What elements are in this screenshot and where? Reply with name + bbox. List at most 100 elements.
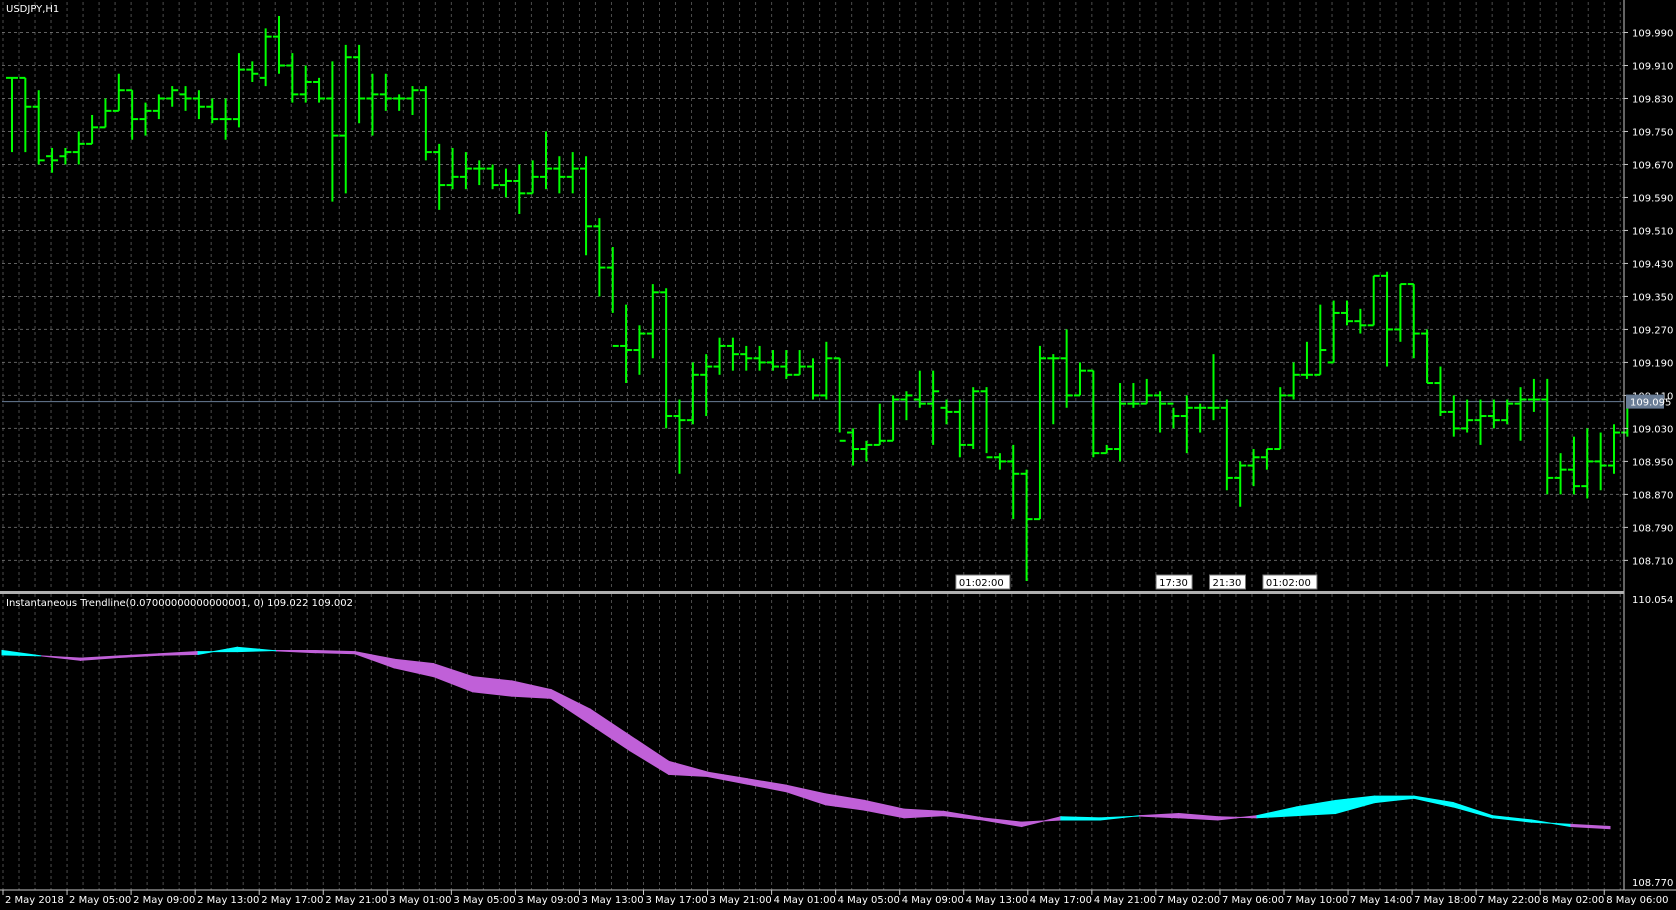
price-tick-label: 109.190	[1632, 358, 1673, 369]
time-tick-label: 3 May 17:00	[646, 895, 708, 906]
price-tick-label: 108.870	[1632, 490, 1673, 501]
trend-segment-down	[629, 734, 670, 776]
time-tick-label: 4 May 13:00	[966, 895, 1028, 906]
indicator-axis-top: 110.054	[1632, 595, 1673, 606]
panel-separator	[0, 591, 1624, 594]
ohlc-bar	[927, 370, 940, 445]
ohlc-bar	[1020, 469, 1033, 581]
ohlc-bar	[1487, 399, 1500, 429]
time-tick-label: 2 May 2018	[5, 895, 64, 906]
ohlc-bar	[580, 156, 593, 256]
ohlc-bar	[1421, 329, 1434, 385]
price-tick-label: 109.350	[1632, 292, 1673, 303]
time-tick-label: 3 May 09:00	[517, 895, 579, 906]
time-tick-label: 4 May 01:00	[774, 895, 836, 906]
ohlc-bar	[259, 28, 272, 87]
ohlc-bar	[179, 86, 192, 111]
time-marker-label: 21:30	[1213, 578, 1242, 589]
trend-segment-up	[236, 646, 278, 653]
time-tick-label: 7 May 22:00	[1478, 895, 1540, 906]
ohlc-bar	[1434, 366, 1447, 417]
price-tick-label: 109.750	[1632, 127, 1673, 138]
ohlc-bar	[1327, 300, 1340, 364]
ohlc-bar	[6, 76, 18, 153]
ohlc-bar	[980, 387, 993, 459]
price-tick-label: 109.910	[1632, 61, 1673, 72]
ohlc-bar	[620, 304, 633, 384]
trend-segment-up	[1374, 795, 1415, 804]
time-marker: 01:02:00	[955, 574, 1011, 590]
ohlc-bar	[1207, 354, 1220, 421]
ohlc-bar	[459, 152, 472, 190]
ohlc-bar	[553, 156, 566, 194]
time-marker-label: 01:02:00	[959, 578, 1004, 589]
ohlc-bar	[740, 345, 753, 371]
trend-segment-down	[315, 649, 356, 655]
time-tick-label: 4 May 09:00	[902, 895, 964, 906]
ohlc-bar	[820, 341, 833, 400]
time-tick-label: 3 May 05:00	[453, 895, 515, 906]
ohlc-bar	[486, 164, 499, 190]
trend-segment-down	[589, 708, 631, 752]
price-tick-label: 109.030	[1632, 424, 1673, 435]
trend-segment-down	[393, 658, 434, 678]
ohlc-bar	[419, 86, 432, 161]
indicator-title: Instantaneous Trendline(0.07000000000000…	[6, 598, 353, 609]
trend-segment-up	[1060, 816, 1101, 821]
price-tick-label: 109.670	[1632, 160, 1673, 171]
ohlc-bar	[286, 53, 299, 103]
trend-segment-down	[550, 688, 591, 726]
ohlc-bar	[700, 354, 713, 417]
time-marker: 21:30	[1209, 574, 1246, 590]
trend-segment-up	[1531, 819, 1572, 828]
ohlc-bar	[446, 147, 459, 190]
indicator-axis-bottom: 108.770	[1632, 878, 1673, 889]
ohlc-bar	[1381, 271, 1394, 367]
ohlc-bar	[59, 147, 72, 165]
time-tick-label: 7 May 18:00	[1414, 895, 1476, 906]
time-tick-label: 2 May 13:00	[197, 895, 259, 906]
ohlc-bar	[967, 387, 980, 450]
symbol-title: USDJPY,H1	[6, 4, 59, 15]
time-marker-label: 17:30	[1159, 578, 1188, 589]
time-tick-label: 8 May 02:00	[1542, 895, 1604, 906]
ohlc-bar	[1581, 428, 1594, 499]
trading-chart: USDJPY,H1 01:02:00 17:30 21:30 01:02:00 Ins…	[0, 0, 1676, 906]
price-tick-label: 109.510	[1632, 226, 1673, 237]
ohlc-bar	[406, 86, 419, 115]
ohlc-bar	[993, 453, 1006, 470]
ohlc-bar	[1167, 402, 1180, 429]
trend-segment-up	[1334, 795, 1376, 815]
indicator-axis: 110.054 108.770	[1632, 595, 1673, 889]
price-tick-label: 108.790	[1632, 523, 1673, 534]
ohlc-bar	[499, 168, 512, 198]
trend-segment-up	[1099, 815, 1140, 821]
ohlc-bar	[1074, 362, 1086, 397]
ohlc-bar	[780, 350, 793, 379]
time-tick-label: 3 May 01:00	[389, 895, 451, 906]
trend-segment-down	[276, 650, 317, 654]
ohlc-bar	[1341, 300, 1353, 326]
price-axis[interactable]: 109.990 109.910 109.830 109.750 109.670 109.5…	[1624, 28, 1673, 567]
time-markers: 01:02:00 17:30 21:30 01:02:00	[955, 574, 1318, 590]
trend-segment-down	[472, 676, 513, 697]
time-tick-label: 4 May 05:00	[838, 895, 900, 906]
ohlc-bar	[1100, 444, 1113, 455]
ohlc-bar	[19, 76, 32, 153]
ohlc-bar	[139, 102, 152, 136]
time-tick-label: 8 May 06:00	[1606, 895, 1668, 906]
trend-segment-up	[1452, 801, 1493, 819]
ohlc-bar	[1541, 378, 1554, 495]
ohlc-bar	[126, 89, 139, 140]
trend-segment-down	[119, 653, 160, 658]
ohlc-bar	[1247, 449, 1260, 487]
ohlc-bar	[940, 399, 953, 425]
time-tick-label: 7 May 14:00	[1350, 895, 1412, 906]
ohlc-bar	[726, 337, 739, 371]
ohlc-bar	[339, 44, 352, 194]
price-tick-label: 108.710	[1632, 556, 1673, 567]
current-price-value: 109.095	[1630, 398, 1671, 409]
time-axis[interactable]: 2 May 2018 2 May 05:00 2 May 09:00 2 May 13…	[2, 890, 1668, 906]
trend-segment-down	[1178, 812, 1219, 821]
ohlc-bar	[807, 358, 819, 400]
